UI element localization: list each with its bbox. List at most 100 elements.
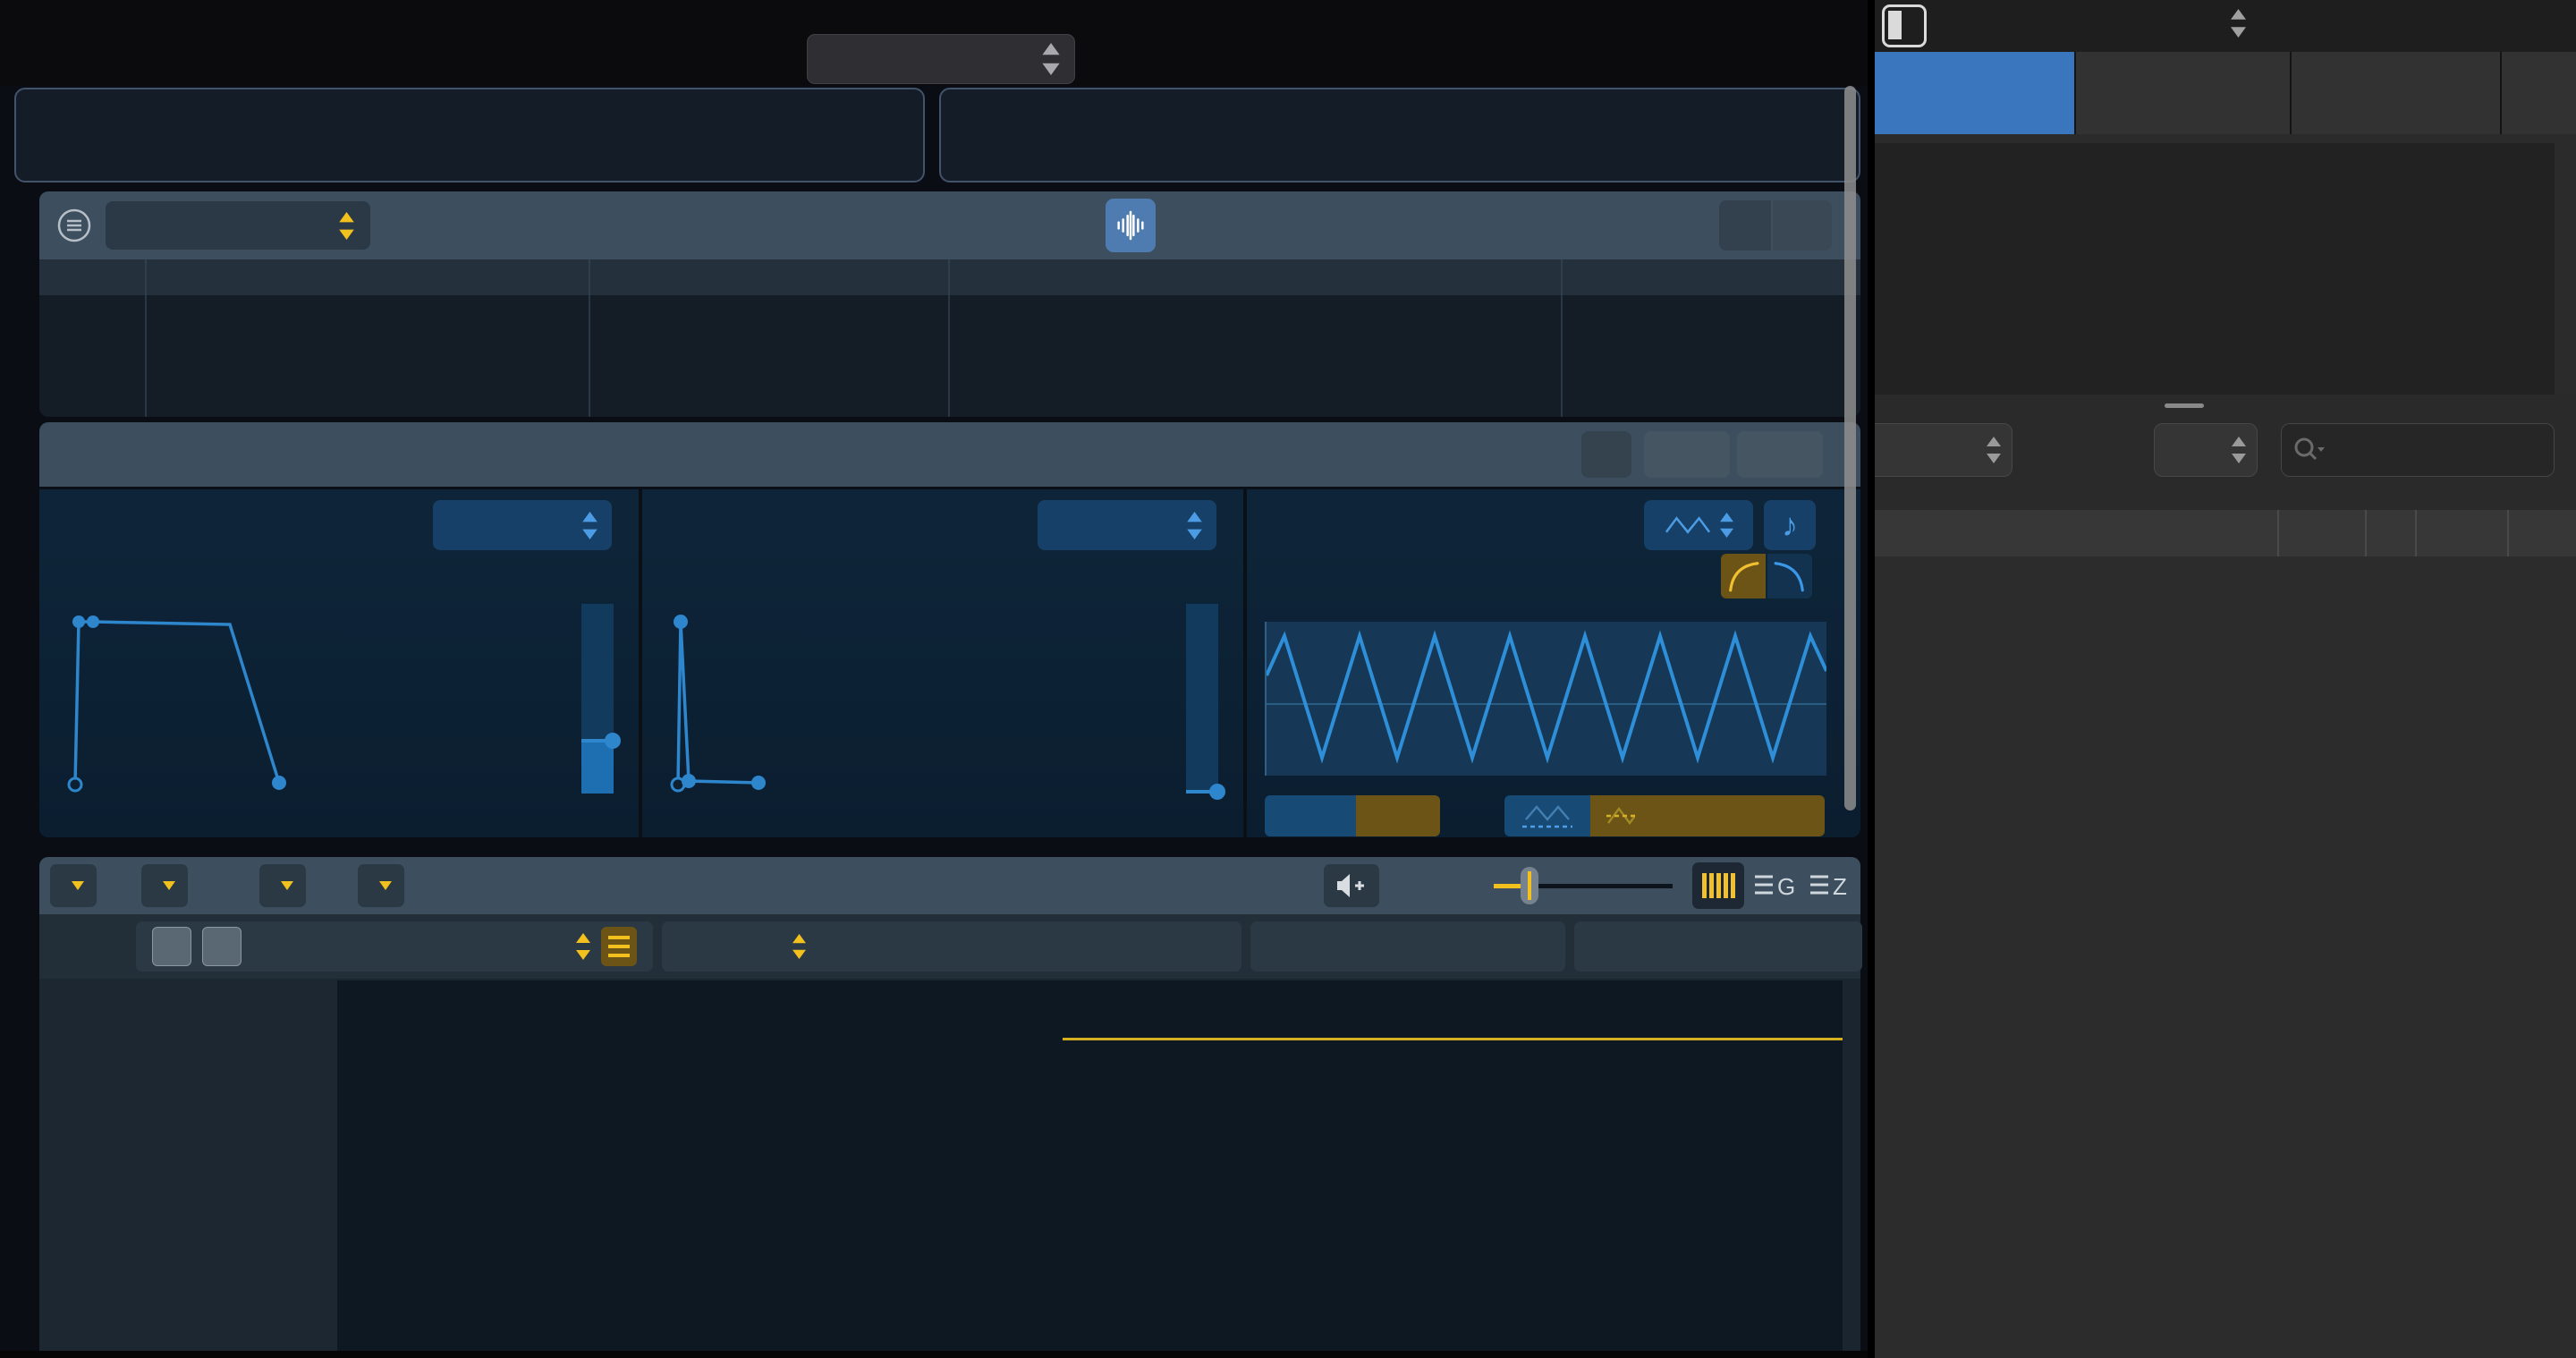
zones	[337, 980, 1843, 1351]
tab-favorites-heart-icon[interactable]	[2502, 52, 2576, 134]
lfo-fade[interactable]	[1533, 563, 1538, 592]
add-env-button[interactable]	[1644, 431, 1730, 478]
env2-envelope-display[interactable]	[669, 604, 1143, 794]
mod-matrix-section	[39, 191, 1860, 417]
group-list-button[interactable]	[601, 927, 637, 966]
articulation-bar	[0, 0, 1871, 86]
chevron-updown-icon	[1987, 437, 2001, 463]
env1-mode-dropdown[interactable]	[433, 500, 612, 550]
chromatic-mode-button[interactable]	[14, 88, 925, 182]
keyboard-view-button[interactable]	[1692, 862, 1744, 909]
chevron-down-icon	[379, 881, 392, 890]
lfo-key-trigger-button[interactable]	[1635, 795, 1825, 836]
env1-envelope-display[interactable]	[66, 604, 540, 794]
loop-browser-topbar	[1875, 0, 2576, 52]
loop-filter-bar	[1875, 395, 2576, 510]
mapping-header: G Z	[39, 857, 1860, 914]
scale-filter-dropdown[interactable]	[1875, 423, 2012, 477]
optimized-mode-button[interactable]	[939, 88, 1860, 182]
chevron-updown-icon	[1187, 512, 1202, 539]
group-select-box	[136, 921, 653, 972]
sampler-plugin-window: ♪	[0, 0, 1871, 1358]
lfo-fade-out-button[interactable]	[1767, 554, 1812, 598]
audition-speaker-button[interactable]	[1324, 864, 1379, 907]
zone-map	[337, 980, 1843, 1351]
chevron-down-icon	[163, 881, 175, 890]
group-list	[39, 979, 337, 1351]
loop-browser-tabs	[1875, 52, 2576, 134]
group-parameter-bar	[39, 914, 1860, 979]
modulators-header	[39, 422, 1860, 487]
svg-text:G: G	[1777, 873, 1794, 900]
tab-descriptors[interactable]	[2292, 52, 2500, 134]
tab-instrument[interactable]	[1875, 52, 2074, 134]
fade-out-curve-icon	[1773, 559, 1807, 593]
edit-menu[interactable]	[50, 864, 97, 907]
lfo-sync-note-button[interactable]: ♪	[1764, 500, 1816, 550]
screen: ♪	[0, 0, 2576, 1358]
zone-view-button[interactable]: Z	[1803, 862, 1855, 909]
mod-matrix-column-headers	[39, 259, 1860, 295]
chevron-down-icon	[72, 881, 84, 890]
lfo-poly-button[interactable]	[1356, 795, 1440, 836]
divider-drag-handle[interactable]	[2165, 403, 2204, 408]
lfo-waveform-dropdown[interactable]	[1644, 500, 1753, 550]
plugin-bottom-strip	[0, 1351, 1871, 1358]
lfo-mono-button[interactable]	[1265, 795, 1356, 836]
zone-list-icon: Z	[1809, 871, 1850, 900]
group-solo-button[interactable]	[202, 927, 242, 966]
fade-in-curve-icon	[1726, 559, 1760, 593]
lfo-button-row	[1265, 795, 1878, 836]
group-mute-button[interactable]	[152, 927, 191, 966]
piano-keys-icon	[1700, 871, 1736, 900]
mod-matrix-waveform-button[interactable]	[1106, 199, 1156, 252]
search-input[interactable]	[2332, 435, 2554, 466]
mod-filter-dropdown[interactable]	[106, 201, 370, 250]
signature-filter-dropdown[interactable]	[2154, 423, 2258, 477]
chevron-updown-icon	[2232, 437, 2246, 463]
add-lfo-button[interactable]	[1737, 431, 1823, 478]
lfo1-panel: ♪	[1247, 489, 1860, 837]
lfo-fade-in-button[interactable]	[1721, 554, 1766, 598]
modulators-remove-button[interactable]	[1581, 431, 1631, 478]
chevron-down-icon	[281, 881, 293, 890]
triangle-wave-icon	[1665, 514, 1711, 536]
chevron-updown-icon	[1720, 513, 1733, 538]
header-name[interactable]	[1875, 510, 2277, 556]
articulation-dropdown[interactable]	[807, 34, 1075, 84]
env2-panel	[642, 489, 1243, 837]
mapping-section: G Z	[39, 857, 1860, 1351]
window-divider	[1868, 0, 1875, 1358]
chevron-updown-icon	[582, 512, 597, 539]
header-favorite-heart-icon[interactable]	[2365, 510, 2415, 556]
group-velocity-range-box	[1574, 921, 1862, 972]
waveform-icon	[1113, 208, 1148, 243]
mod-matrix-add-button[interactable]	[1773, 200, 1832, 250]
env2-mode-dropdown[interactable]	[1038, 500, 1216, 550]
group-list-icon: G	[1753, 871, 1794, 900]
view-menu[interactable]	[358, 864, 404, 907]
lfo-wave-continuous-button[interactable]	[1504, 795, 1590, 836]
chevron-updown-icon	[2231, 9, 2246, 38]
zone-menu[interactable]	[259, 864, 306, 907]
group-view-button[interactable]: G	[1748, 862, 1800, 909]
filter-icon[interactable]	[55, 207, 93, 244]
wave-solid-icon	[1519, 802, 1576, 830]
zoom-slider[interactable]	[1494, 857, 1673, 914]
env1-vel-slider[interactable]	[581, 604, 614, 794]
header-beats[interactable]	[2277, 510, 2365, 556]
group-menu[interactable]	[141, 864, 188, 907]
mod-matrix-header	[39, 191, 1860, 259]
svg-text:Z: Z	[1833, 873, 1847, 900]
velocity-split-line	[1063, 1038, 1843, 1040]
header-tempo[interactable]	[2415, 510, 2507, 556]
zoom-slider-handle[interactable]	[1521, 867, 1538, 904]
loop-browser-panel	[1875, 0, 2576, 1358]
header-key[interactable]	[2507, 510, 2576, 556]
mod-matrix-remove-button[interactable]	[1719, 200, 1771, 250]
lfo-waveform-display[interactable]	[1265, 622, 1826, 776]
tab-genre[interactable]	[2076, 52, 2290, 134]
search-field[interactable]	[2281, 423, 2555, 477]
plugin-scrollbar[interactable]	[1844, 86, 1856, 811]
env2-vel-slider[interactable]	[1186, 604, 1218, 794]
